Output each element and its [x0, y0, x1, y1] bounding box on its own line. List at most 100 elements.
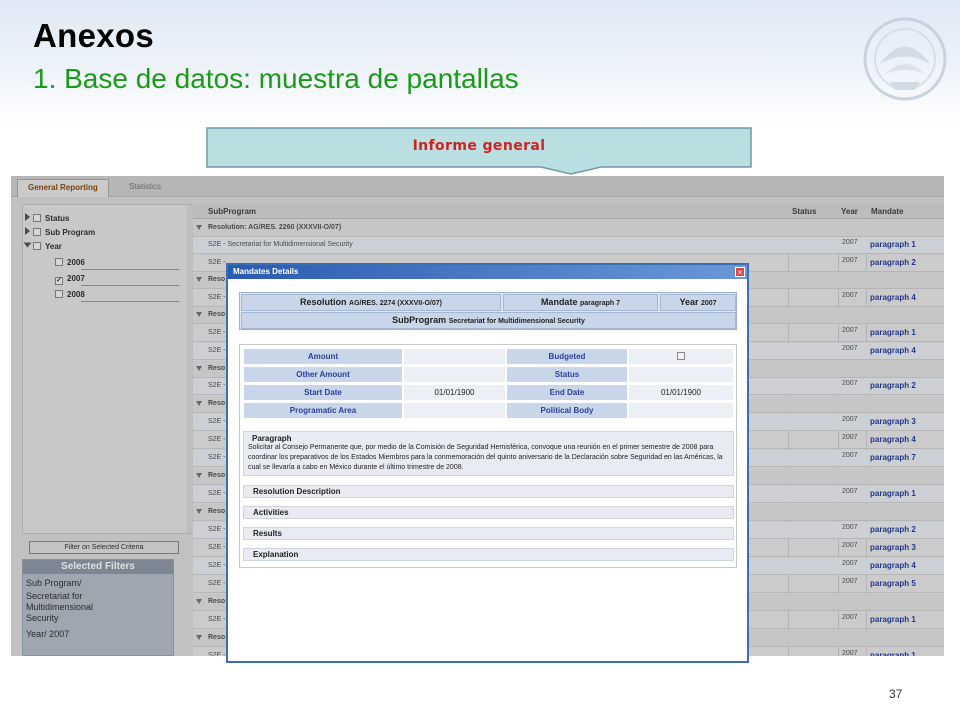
- selected-filter-line: Year/ 2007: [26, 629, 70, 639]
- resolution-group-row[interactable]: Resolution: AG/RES. 2260 (XXXVII-O/07): [193, 220, 944, 237]
- section-explanation[interactable]: Explanation: [243, 548, 734, 561]
- section-resolution-description[interactable]: Resolution Description: [243, 485, 734, 498]
- column-header-year[interactable]: Year: [841, 207, 858, 216]
- close-icon[interactable]: ×: [735, 267, 745, 277]
- mandate-link[interactable]: paragraph 4: [870, 435, 916, 444]
- collapse-arrow-icon[interactable]: [196, 366, 202, 371]
- mandate-link[interactable]: paragraph 3: [870, 543, 916, 552]
- checkbox[interactable]: [33, 214, 41, 222]
- checkbox[interactable]: [33, 228, 41, 236]
- year-option-2006[interactable]: 2006: [55, 258, 85, 267]
- column-header-mandate[interactable]: Mandate: [871, 207, 903, 216]
- collapse-arrow-icon[interactable]: [196, 401, 202, 406]
- year-cell: 2007: [842, 650, 858, 656]
- subprogram-cell: S2E -: [208, 490, 226, 497]
- political-body-value: [628, 402, 734, 419]
- column-header-status[interactable]: Status: [792, 207, 816, 216]
- end-date-value: 01/01/1900: [628, 384, 734, 401]
- selected-filter-line: Secretariat for: [26, 591, 83, 601]
- tab-statistics[interactable]: Statistics: [119, 179, 171, 197]
- mandate-link[interactable]: paragraph 2: [870, 525, 916, 534]
- subprogram-cell: Reso: [208, 598, 226, 605]
- year-field: Year 2007: [660, 294, 736, 311]
- paragraph-section: Paragraph Solicitar al Consejo Permanent…: [243, 431, 734, 476]
- mandate-link[interactable]: paragraph 4: [870, 561, 916, 570]
- page-number: 37: [889, 687, 903, 701]
- subprogram-cell: Reso: [208, 634, 226, 641]
- table-header: SubProgram Status Year Mandate: [193, 204, 944, 219]
- section-activities[interactable]: Activities: [243, 506, 734, 519]
- subprogram-cell: S2E -: [208, 382, 226, 389]
- checkbox-checked[interactable]: ✓: [55, 277, 63, 285]
- budgeted-label: Budgeted: [506, 348, 628, 365]
- mandate-link[interactable]: paragraph 1: [870, 240, 916, 249]
- selected-filter-line: Multidimensional: [26, 602, 94, 612]
- collapse-arrow-icon[interactable]: [196, 473, 202, 478]
- year-cell: 2007: [842, 380, 858, 387]
- mandate-link[interactable]: paragraph 3: [870, 417, 916, 426]
- mandate-link[interactable]: paragraph 1: [870, 328, 916, 337]
- subprogram-cell: S2E -: [208, 454, 226, 461]
- collapse-arrow-icon[interactable]: [196, 635, 202, 640]
- subprogram-cell: S2E -: [208, 652, 226, 656]
- amount-value: [403, 348, 506, 365]
- section-results[interactable]: Results: [243, 527, 734, 540]
- other-amount-value: [403, 366, 506, 383]
- dialog-title: Mandates Details: [228, 265, 747, 279]
- year-cell: 2007: [842, 542, 858, 549]
- column-header-subprogram[interactable]: SubProgram: [208, 207, 256, 216]
- collapse-arrow-icon[interactable]: [196, 225, 202, 230]
- political-body-label: Political Body: [506, 402, 628, 419]
- checkbox[interactable]: [33, 242, 41, 250]
- subprogram-cell: S2E -: [208, 329, 226, 336]
- year-cell: 2007: [842, 452, 858, 459]
- filter-selected-criteria-button[interactable]: Filter on Selected Criteria: [29, 541, 179, 554]
- mandate-link[interactable]: paragraph 1: [870, 489, 916, 498]
- start-date-label: Start Date: [243, 384, 403, 401]
- year-option-2008[interactable]: 2008: [55, 290, 85, 299]
- table-row[interactable]: S2E - Secretariat for Multidimensional S…: [193, 237, 944, 254]
- mandate-link[interactable]: paragraph 2: [870, 258, 916, 267]
- subprogram-cell: S2E -: [208, 616, 226, 623]
- paragraph-heading: Paragraph: [252, 434, 292, 443]
- checkbox[interactable]: [55, 258, 63, 266]
- tree-item-year[interactable]: Year: [23, 241, 62, 251]
- collapse-arrow-icon[interactable]: [196, 312, 202, 317]
- divider: [81, 285, 179, 286]
- tree-item-status[interactable]: Status: [25, 213, 69, 223]
- callout-label: Informe general: [412, 138, 546, 154]
- checkbox[interactable]: [55, 290, 63, 298]
- year-cell: 2007: [842, 578, 858, 585]
- mandate-link[interactable]: paragraph 1: [870, 651, 916, 656]
- collapse-arrow-icon[interactable]: [196, 509, 202, 514]
- collapse-arrow-icon[interactable]: [23, 242, 32, 248]
- tree-item-subprogram[interactable]: Sub Program: [25, 227, 95, 237]
- budgeted-checkbox[interactable]: [677, 352, 685, 360]
- year-cell: 2007: [842, 614, 858, 621]
- expand-arrow-icon[interactable]: [25, 213, 30, 221]
- programatic-area-label: Programatic Area: [243, 402, 403, 419]
- tab-general-reporting[interactable]: General Reporting: [17, 179, 109, 197]
- mandate-link[interactable]: paragraph 1: [870, 615, 916, 624]
- mandate-detail-box: Amount Budgeted Other Amount Status Star…: [239, 344, 737, 568]
- other-amount-label: Other Amount: [243, 366, 403, 383]
- mandate-link[interactable]: paragraph 4: [870, 346, 916, 355]
- subprogram-cell: Reso: [208, 472, 226, 479]
- subprogram-cell: S2E -: [208, 580, 226, 587]
- mandate-link[interactable]: paragraph 4: [870, 293, 916, 302]
- subprogram-field: SubProgram Secretariat for Multidimensio…: [241, 312, 736, 329]
- filter-panel: Status Sub Program Year 2006 ✓ 2007 2008: [22, 204, 193, 534]
- mandate-link[interactable]: paragraph 2: [870, 381, 916, 390]
- mandate-link[interactable]: paragraph 7: [870, 453, 916, 462]
- expand-arrow-icon[interactable]: [25, 227, 30, 235]
- selected-filter-line: Sub Program/: [26, 578, 82, 588]
- subprogram-cell: Reso: [208, 400, 226, 407]
- collapse-arrow-icon[interactable]: [196, 277, 202, 282]
- end-date-label: End Date: [506, 384, 628, 401]
- subprogram-cell: Reso: [208, 365, 226, 372]
- collapse-arrow-icon[interactable]: [196, 599, 202, 604]
- mandate-link[interactable]: paragraph 5: [870, 579, 916, 588]
- year-cell: 2007: [842, 345, 858, 352]
- year-option-2007[interactable]: ✓ 2007: [55, 274, 85, 285]
- selected-filters-heading: Selected Filters: [23, 560, 173, 574]
